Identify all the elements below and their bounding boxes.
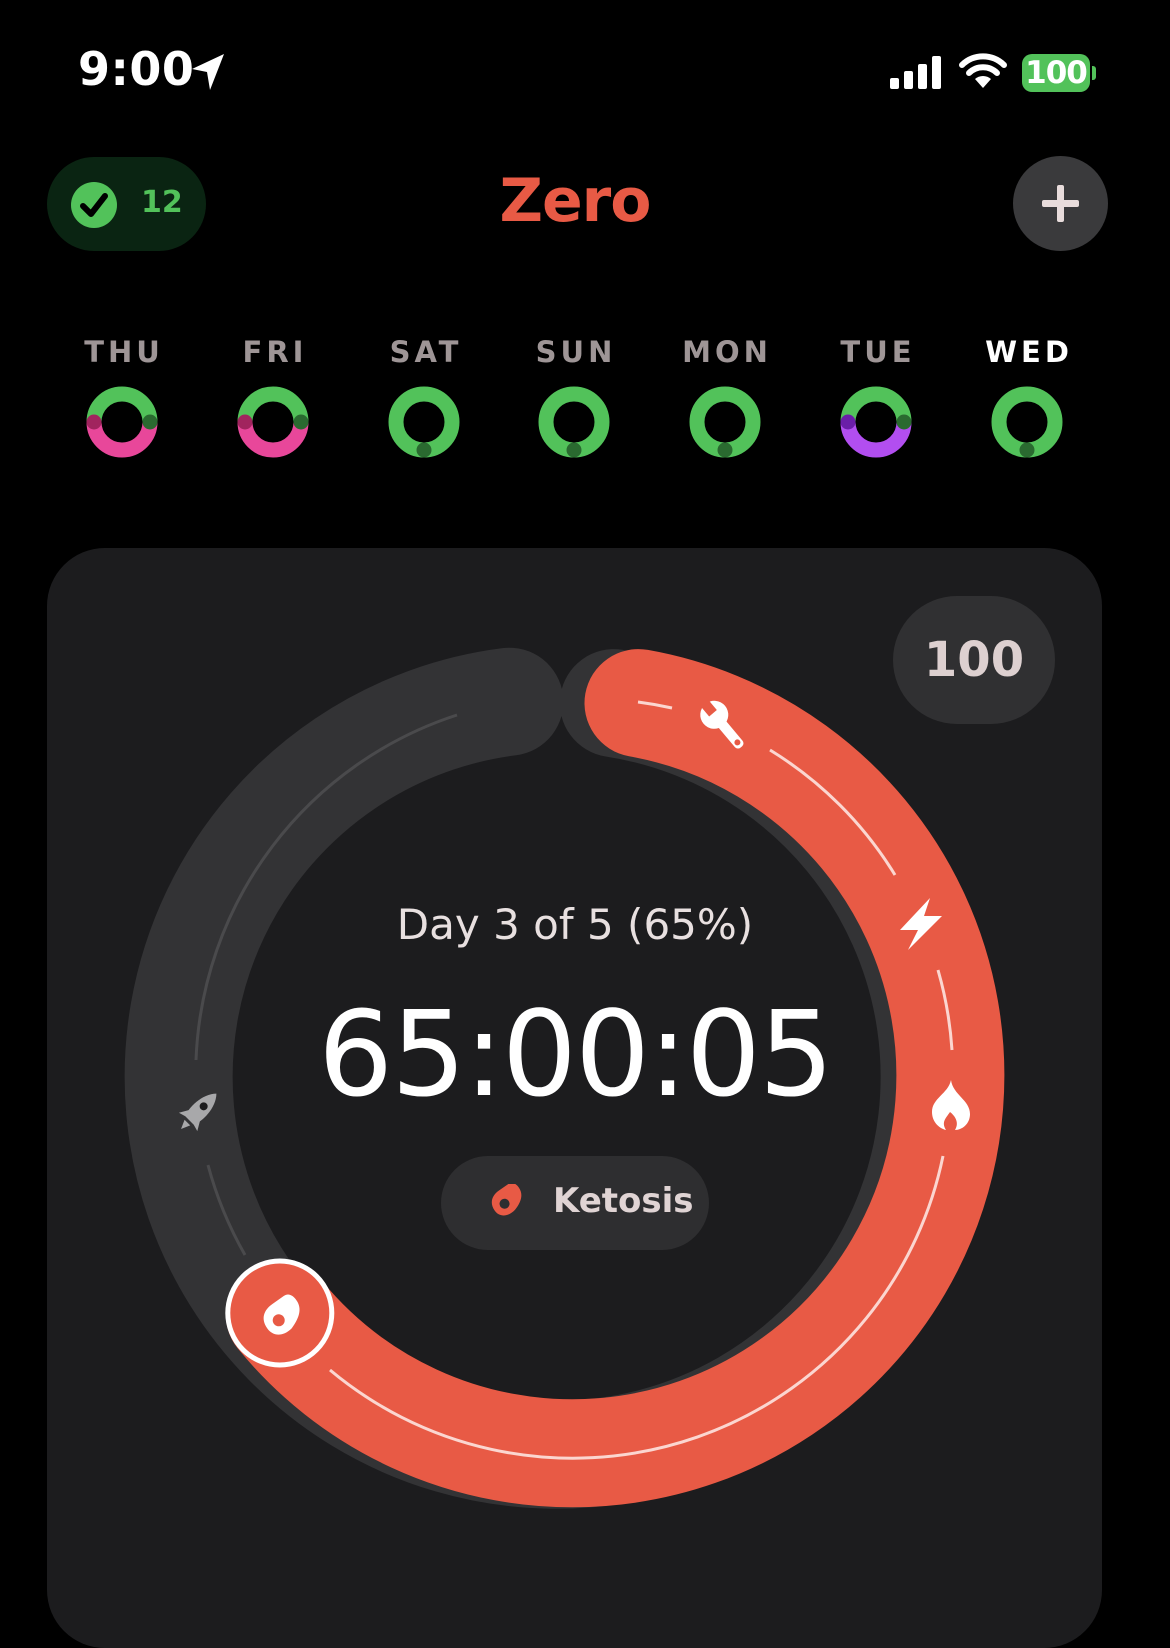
- zone-label: Ketosis: [553, 1181, 694, 1221]
- fast-progress-dial: [124, 647, 1005, 1509]
- score-badge[interactable]: 100: [893, 596, 1055, 724]
- current-position-marker[interactable]: [225, 1258, 335, 1368]
- elapsed-timer: 65:00:05: [318, 985, 834, 1123]
- fast-day-progress: Day 3 of 5 (65%): [396, 900, 754, 949]
- zone-button[interactable]: Ketosis: [441, 1156, 709, 1250]
- ketosis-icon: [489, 1182, 525, 1225]
